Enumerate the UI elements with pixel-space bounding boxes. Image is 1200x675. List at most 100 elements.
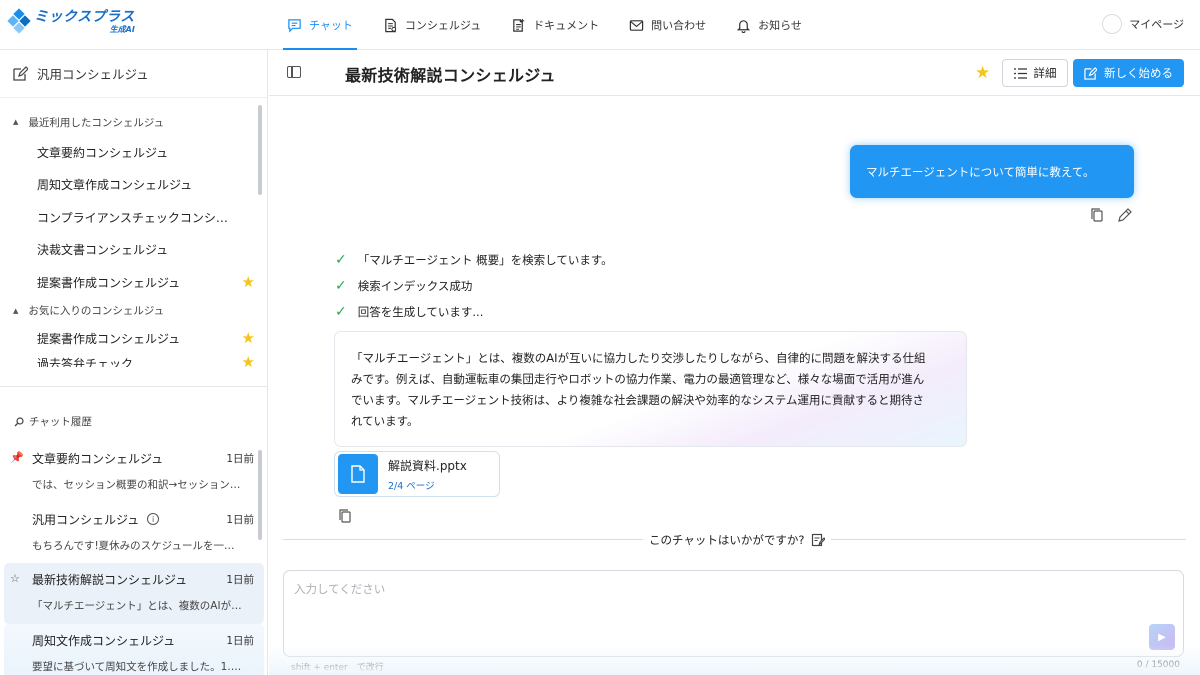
answer-line: みです。例えば、自動運転車の集団走行やロボットの協力作業、電力の最適管理など、様… [351,372,925,386]
mypage-link[interactable]: マイページ [1102,14,1184,34]
favorite-item-label: 提案書作成コンシェルジュ [37,332,181,347]
page-title: 最新技術解説コンシェルジュ [345,66,556,85]
favorites-section-title: お気に入りのコンシェルジュ [28,305,165,317]
favorite-star-icon[interactable]: ★ [975,63,990,83]
sidebar-divider [0,386,267,387]
progress-step-text: 「マルチエージェント 概要」を検索しています。 [357,253,613,267]
concierge-icon [385,18,397,32]
history-item-snippet: 「マルチエージェント」とは、複数のAIが互い… [32,600,244,612]
nav-contact-label: 問い合わせ [651,19,707,32]
recent-section-toggle[interactable]: ▲ 最近利用したコンシェルジュ [0,112,267,132]
brand-sub: 生成AI [109,25,135,34]
progress-step: ✓ 「マルチエージェント 概要」を検索しています。 [335,247,613,273]
sidebar-toggle-icon[interactable] [287,66,301,78]
file-reference-card[interactable]: 解説資料.pptx 2/4 ページ [334,451,500,497]
recent-item[interactable]: 周知文章作成コンシェルジュ [0,169,267,202]
char-counter: 0 / 15000 [1136,660,1180,670]
history-item-time: 1日前 [226,574,254,586]
copy-icon[interactable] [1089,207,1105,223]
new-chat-button[interactable]: 新しく始める [1073,59,1184,87]
nav-news[interactable]: お知らせ [732,0,806,50]
chat-icon [288,18,301,33]
main-panel: 最新技術解説コンシェルジュ ★ 詳細 新しく始める マルチエージェントについて簡… [269,50,1200,675]
star-icon[interactable]: ★ [242,331,255,346]
nav-concierge[interactable]: コンシェルジュ [379,0,485,50]
history-title-label: チャット履歴 [29,416,92,428]
history-item-active[interactable]: ☆ 最新技術解説コンシェルジュ 1日前 「マルチエージェント」とは、複数のAIが互… [4,563,264,624]
new-chat-icon [1084,66,1097,80]
user-message-text: マルチエージェントについて簡単に教えて。 [866,164,1095,179]
top-bar: ミックスプラス 生成AI チャット コンシェルジュ ドキュメント 問い合わせ お… [0,0,1200,50]
message-input[interactable] [294,581,1134,641]
caret-up-icon: ▲ [13,118,19,126]
recent-item[interactable]: 文章要約コンシェルジュ [0,136,267,169]
general-concierge-button[interactable]: 汎用コンシェルジュ [0,50,267,98]
progress-step: ✓ 回答を生成しています... [335,299,613,325]
favorites-section-toggle[interactable]: ▲ お気に入りのコンシェルジュ [0,301,267,321]
copy-answer-icon[interactable] [337,508,353,524]
star-icon[interactable]: ★ [242,274,255,290]
recent-item-label: 決裁文書コンシェルジュ [37,243,169,258]
feedback-prompt: このチャットはいかがですか? [283,532,1186,548]
favorite-item[interactable]: 過去答弁チェック ★ [0,355,267,367]
pin-icon[interactable]: 📌 [10,451,24,464]
main-nav: チャット コンシェルジュ ドキュメント 問い合わせ お知らせ [283,0,828,50]
history-item-title: 汎用コンシェルジュ [32,512,140,527]
edit-pencil-icon[interactable] [1117,207,1133,223]
send-button[interactable]: ▶ [1149,624,1175,650]
nav-chat[interactable]: チャット [283,0,357,50]
history-title: チャット履歴 [14,414,92,429]
history-item-title: 文章要約コンシェルジュ [32,452,164,466]
recent-item-label: コンプライアンスチェックコンシ… [37,210,228,225]
brand-name: ミックスプラス [34,9,135,25]
feedback-divider-left [283,539,643,540]
file-page-info: 2/4 ページ [388,480,435,492]
document-icon [513,18,525,32]
nav-contact[interactable]: 問い合わせ [625,0,710,50]
recent-item[interactable]: 提案書作成コンシェルジュ ★ [0,266,267,299]
answer-line: れています。 [351,414,419,428]
check-icon: ✓ [335,304,347,320]
history-item[interactable]: 📌 文章要約コンシェルジュ 1日前 では、セッション概要の和訳→セッションの… [4,442,264,503]
recent-item-label: 文章要約コンシェルジュ [37,145,169,160]
recent-item[interactable]: コンプライアンスチェックコンシ… [0,201,267,234]
pin-outline-icon[interactable]: ☆ [10,572,20,585]
new-chat-button-label: 新しく始める [1104,66,1173,80]
brand-logo[interactable]: ミックスプラス 生成AI [7,8,135,34]
nav-concierge-label: コンシェルジュ [404,19,482,32]
search-icon [14,416,24,426]
assistant-answer: 「マルチエージェント」とは、複数のAIが互いに協力したり交渉したりしながら、自律… [334,331,967,447]
general-concierge-label: 汎用コンシェルジュ [37,67,149,82]
history-item-time: 1日前 [226,513,254,526]
star-icon[interactable]: ★ [242,355,255,367]
feedback-text: このチャットはいかがですか? [649,533,805,547]
answer-line: 「マルチエージェント」とは、複数のAIが互いに協力したり交渉したりしながら、自律… [351,351,926,365]
info-icon[interactable]: i [147,513,160,525]
recent-item[interactable]: 決裁文書コンシェルジュ [0,234,267,267]
chat-history-list: 📌 文章要約コンシェルジュ 1日前 では、セッション概要の和訳→セッションの… 汎… [4,442,264,675]
history-scrollbar[interactable] [258,450,262,540]
answer-line: でいます。マルチエージェント技術は、より複雑な社会課題の解決や効率的なシステム運… [351,393,925,407]
history-item[interactable]: 周知文作成コンシェルジュ 1日前 要望に基づいて周知文を作成しました。1.概… [4,623,264,675]
favorite-item-label: 過去答弁チェック [37,357,134,367]
history-item[interactable]: 汎用コンシェルジュ i 1日前 もちろんです!夏休みのスケジュールを一緒に… [4,503,264,564]
history-item-title: 最新技術解説コンシェルジュ [32,573,188,587]
mail-icon [629,19,644,31]
favorite-item[interactable]: 提案書作成コンシェルジュ ★ [0,323,267,356]
detail-button[interactable]: 詳細 [1002,59,1068,87]
history-item-snippet: もちろんです!夏休みのスケジュールを一緒に… [32,539,244,552]
progress-steps: ✓ 「マルチエージェント 概要」を検索しています。 ✓ 検索インデックス成功 ✓ 回答… [335,247,613,325]
history-item-snippet: 要望に基づいて周知文を作成しました。1.概… [32,660,244,673]
caret-up-icon: ▲ [13,306,19,315]
nav-chat-label: チャット [309,19,353,32]
concierge-scrollbar[interactable] [258,105,262,195]
progress-step: ✓ 検索インデックス成功 [335,273,613,299]
nav-document[interactable]: ドキュメント [507,0,603,50]
avatar [1102,14,1123,34]
sidebar: 汎用コンシェルジュ ▲ 最近利用したコンシェルジュ 文章要約コンシェルジュ 周知… [0,50,268,675]
user-message-bubble: マルチエージェントについて簡単に教えて。 [850,145,1134,198]
edit-icon [13,65,28,81]
feedback-link[interactable]: このチャットはいかがですか? [643,532,831,548]
detail-button-label: 詳細 [1033,66,1057,80]
progress-step-text: 回答を生成しています... [357,305,484,319]
